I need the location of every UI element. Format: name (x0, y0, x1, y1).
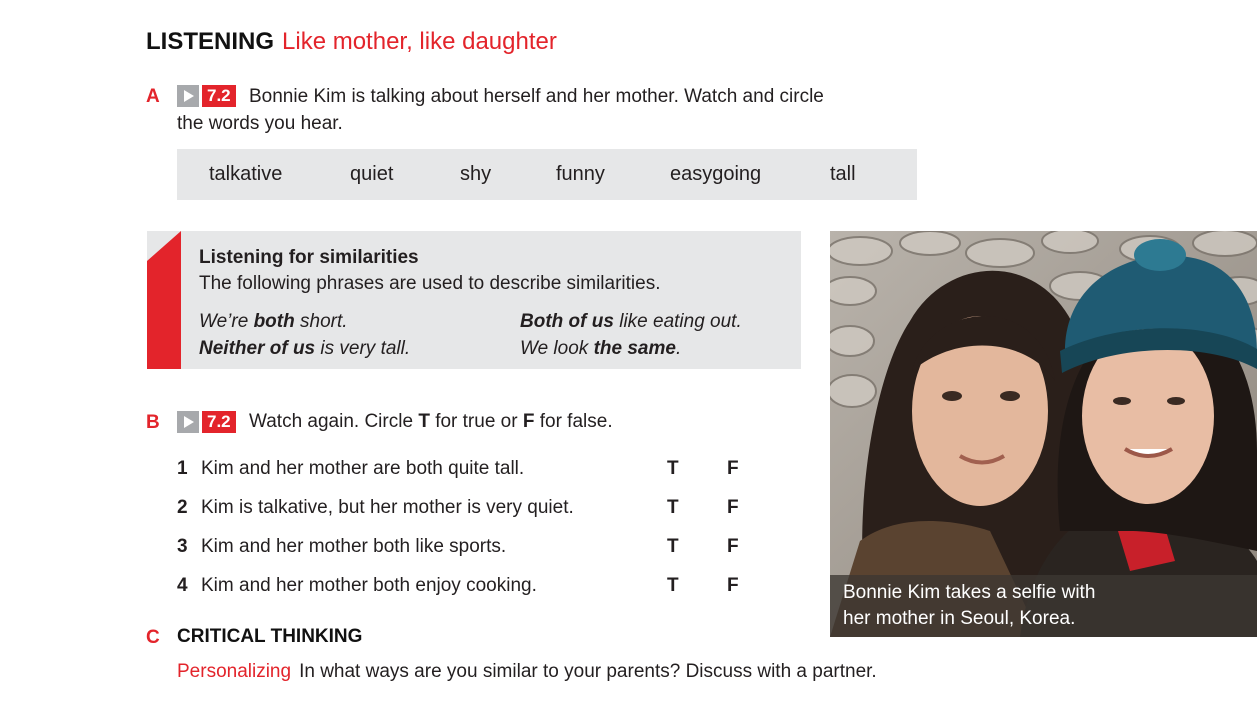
question-row: 1 Kim and her mother are both quite tall. (177, 458, 525, 479)
tip-box: Listening for similarities The following… (147, 231, 801, 369)
part-a-letter: A (146, 86, 160, 107)
part-b-instruction: Watch again. Circle T for true or F for … (249, 411, 613, 432)
false-option[interactable]: F (727, 536, 739, 558)
word-option[interactable]: talkative (209, 163, 282, 186)
play-icon[interactable] (177, 85, 199, 107)
word-option[interactable]: quiet (350, 163, 393, 186)
true-option[interactable]: T (667, 458, 679, 480)
part-c-letter: C (146, 627, 160, 648)
photo-caption: Bonnie Kim takes a selfie with her mothe… (843, 582, 1096, 629)
critical-thinking-question: Personalizing In what ways are you simila… (177, 661, 877, 682)
critical-thinking-title: CRITICAL THINKING (177, 626, 363, 647)
video-number: 7.2 (202, 85, 236, 107)
page-title: LISTENING Like mother, like daughter (146, 28, 557, 56)
tip-subtitle: The following phrases are used to descri… (199, 273, 661, 294)
selfie-photo: Bonnie Kim takes a selfie with her mothe… (830, 231, 1257, 637)
word-option[interactable]: tall (830, 163, 856, 186)
word-option[interactable]: shy (460, 163, 491, 186)
tip-accent-bar (147, 231, 181, 369)
false-option[interactable]: F (727, 497, 739, 519)
phrase-example: We’re both short. (199, 311, 348, 332)
section-heading: LISTENING (146, 28, 275, 55)
true-option[interactable]: T (667, 497, 679, 519)
section-topic: Like mother, like daughter (282, 28, 557, 55)
phrase-example: We look the same. (520, 338, 682, 359)
true-option[interactable]: T (667, 575, 679, 597)
false-option[interactable]: F (727, 575, 739, 597)
phrase-example: Both of us like eating out. (520, 311, 742, 332)
play-icon[interactable] (177, 411, 199, 433)
part-a-instruction-line2: the words you hear. (177, 113, 343, 134)
question-row: 4 Kim and her mother both enjoy cooking. (177, 575, 537, 596)
phrase-example: Neither of us is very tall. (199, 338, 411, 359)
tip-title: Listening for similarities (199, 247, 419, 268)
part-a-instruction-line1: Bonnie Kim is talking about herself and … (249, 86, 824, 107)
part-b-letter: B (146, 412, 160, 433)
video-number: 7.2 (202, 411, 236, 433)
video-badge-a[interactable]: 7.2 (177, 85, 236, 107)
word-bank: talkative quiet shy funny easygoing tall (177, 149, 917, 200)
video-badge-b[interactable]: 7.2 (177, 411, 236, 433)
word-option[interactable]: easygoing (670, 163, 761, 186)
true-option[interactable]: T (667, 536, 679, 558)
question-row: 3 Kim and her mother both like sports. (177, 536, 507, 557)
question-row: 2 Kim is talkative, but her mother is ver… (177, 497, 574, 518)
word-option[interactable]: funny (556, 163, 605, 186)
false-option[interactable]: F (727, 458, 739, 480)
